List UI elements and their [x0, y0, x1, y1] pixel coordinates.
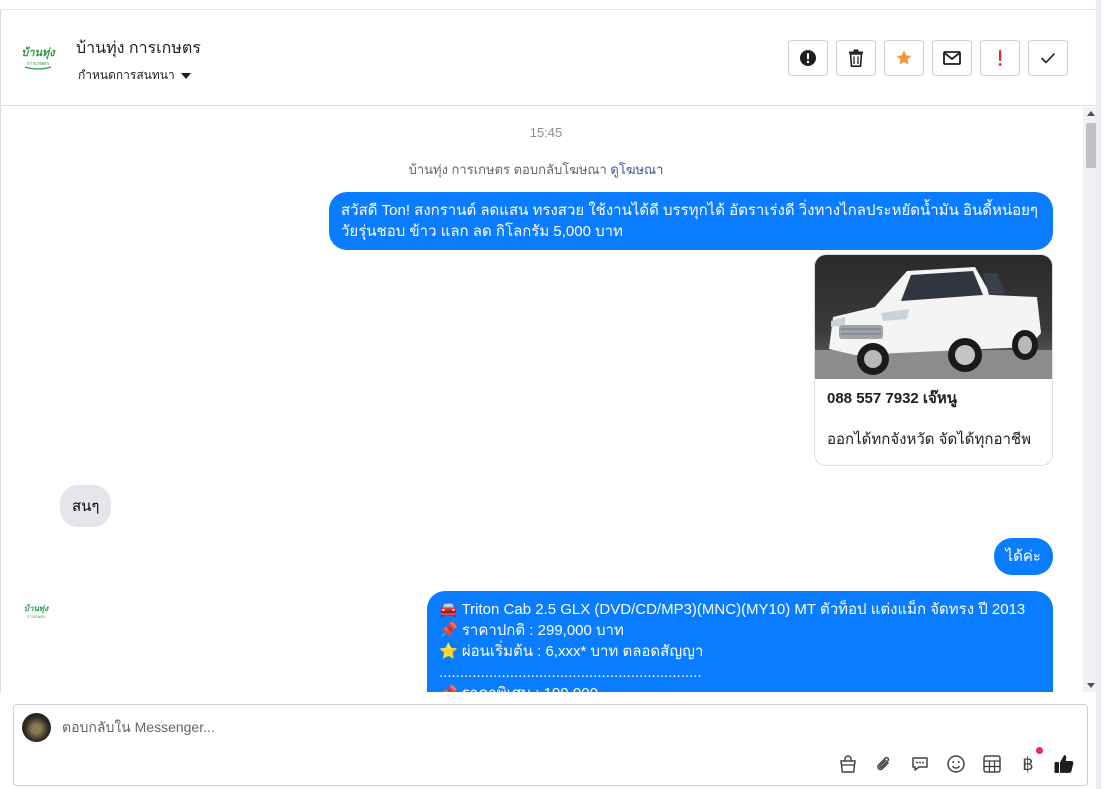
- delete-button[interactable]: [836, 40, 876, 76]
- avatar-logo-text: บ้านทุ่ง: [24, 604, 49, 614]
- window-edge: [1096, 0, 1101, 789]
- listing-line-divider: ........................................…: [439, 664, 702, 681]
- notification-dot: [1036, 747, 1043, 754]
- mark-unread-button[interactable]: [932, 40, 972, 76]
- conversation-toolbar: [788, 40, 1068, 76]
- ad-reply-text: บ้านทุ่ง การเกษตร ตอบกลับโฆษณา: [408, 162, 607, 177]
- top-divider: [0, 0, 1101, 10]
- follow-up-button[interactable]: [980, 40, 1020, 76]
- shopping-bag-icon: [840, 755, 856, 773]
- messenger-window: บ้านทุ่ง การเกษตร บ้านทุ่ง การเกษตร กำหน…: [0, 0, 1101, 789]
- spam-button[interactable]: [788, 40, 828, 76]
- listing-line-special-price: 📌 ราคาพิเศษ : 199,000: [439, 683, 1041, 692]
- baht-icon: ฿: [1022, 753, 1034, 775]
- exclamation-icon: [998, 50, 1002, 66]
- pickup-truck-image: [815, 255, 1052, 379]
- composer-toolbar: ฿: [837, 747, 1075, 775]
- star-icon: [896, 50, 912, 65]
- logo-text: บ้านทุ่ง: [21, 46, 56, 60]
- scroll-down-arrow-icon[interactable]: [1087, 683, 1095, 688]
- message-timestamp: 15:45: [529, 125, 563, 140]
- avatar-logo-subtext: การเกษตร: [27, 614, 46, 619]
- listing-line-installment: ⭐ ผ่อนเริ่มต้น : 6,xxx* บาท ตลอดสัญญา: [439, 643, 704, 660]
- thumbs-up-icon: [1054, 755, 1074, 773]
- star-button[interactable]: [884, 40, 924, 76]
- attach-button[interactable]: [873, 753, 895, 775]
- check-icon: [1040, 52, 1056, 64]
- trash-icon: [849, 49, 863, 67]
- calculator-button[interactable]: [981, 753, 1003, 775]
- listing-line-model: 🚘 Triton Cab 2.5 GLX (DVD/CD/MP3)(MNC)(M…: [439, 601, 1026, 618]
- outgoing-message[interactable]: สวัสดี Ton! สงกรานต์ ลดแสน ทรงสวย ใช้งาน…: [329, 192, 1053, 250]
- chat-bubble-icon: [912, 757, 928, 771]
- logo-subtext: การเกษตร: [27, 61, 50, 67]
- done-button[interactable]: [1028, 40, 1068, 76]
- incoming-message[interactable]: สนๆ: [60, 485, 112, 527]
- emoji-button[interactable]: [945, 753, 967, 775]
- shop-button[interactable]: [837, 753, 859, 775]
- reply-composer: ฿: [13, 704, 1088, 786]
- conversation-settings-dropdown[interactable]: กำหนดการสนทนา: [78, 66, 191, 85]
- like-button[interactable]: [1053, 753, 1075, 775]
- paperclip-icon: [877, 756, 890, 771]
- outgoing-message-short[interactable]: ได้ค่ะ: [993, 538, 1053, 575]
- ad-card-subtitle: ออกได้ทกจังหวัด จัดได้ทุกอาชีพ: [827, 431, 1031, 448]
- listing-line-price: 📌 ราคาปกติ : 299,000 บาท: [439, 622, 624, 639]
- ad-reply-notice: บ้านทุ่ง การเกษตร ตอบกลับโฆษณา ดูโฆษณา: [1, 159, 1071, 180]
- ad-card[interactable]: 088 557 7932 เจ๊หนู ออกได้ทกจังหวัด จัดไ…: [814, 254, 1053, 466]
- envelope-icon: [943, 51, 961, 65]
- view-ad-link[interactable]: ดูโฆษณา: [610, 162, 663, 177]
- payment-button[interactable]: ฿: [1017, 747, 1043, 775]
- caret-down-icon: [180, 73, 191, 79]
- saved-replies-button[interactable]: [909, 753, 931, 775]
- user-avatar: [22, 713, 51, 742]
- reply-input[interactable]: [62, 719, 762, 735]
- scroll-up-arrow-icon[interactable]: [1087, 111, 1095, 116]
- page-logo-icon: บ้านทุ่ง การเกษตร: [21, 46, 56, 70]
- ad-card-title: 088 557 7932 เจ๊หนู: [827, 390, 957, 407]
- exclamation-circle-icon: [800, 50, 816, 66]
- outgoing-message-listing[interactable]: 🚘 Triton Cab 2.5 GLX (DVD/CD/MP3)(MNC)(M…: [427, 591, 1053, 692]
- page-title: บ้านทุ่ง การเกษตร: [76, 40, 201, 57]
- grid-calculator-icon: [983, 755, 1001, 773]
- conversation-settings-label: กำหนดการสนทนา: [78, 68, 175, 82]
- conversation-header: บ้านทุ่ง การเกษตร บ้านทุ่ง การเกษตร กำหน…: [0, 10, 1101, 106]
- smiley-icon: [947, 755, 965, 773]
- message-thread[interactable]: 15:45 บ้านทุ่ง การเกษตร ตอบกลับโฆษณา ดูโ…: [0, 107, 1083, 692]
- sender-avatar-icon: บ้านทุ่ง การเกษตร: [24, 604, 49, 619]
